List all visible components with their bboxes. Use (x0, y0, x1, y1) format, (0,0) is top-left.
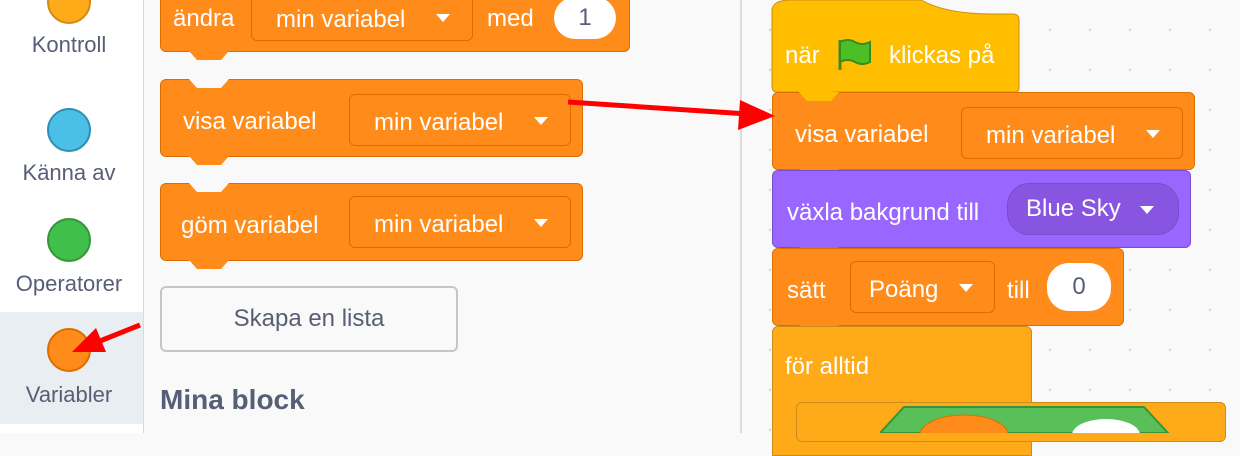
make-list-button[interactable]: Skapa en lista (160, 286, 458, 352)
dropdown-value: min variabel (986, 122, 1116, 149)
category-label: Känna av (22, 160, 116, 185)
dropdown-value: min variabel (276, 6, 406, 33)
sensing-category-icon (47, 108, 91, 152)
category-label: Operatorer (15, 271, 123, 296)
category-control[interactable]: Kontroll (0, 0, 143, 90)
block-text: när (785, 42, 820, 69)
set-variable-block[interactable]: sätt Poäng till 0 (772, 248, 1124, 334)
category-variables[interactable]: Variabler (0, 312, 143, 424)
my-blocks-heading: Mina block (160, 384, 305, 415)
chevron-down-icon (436, 14, 450, 22)
category-label: Kontroll (31, 32, 107, 57)
switch-backdrop-block[interactable]: växla bakgrund till Blue Sky (772, 170, 1191, 256)
block-text: växla bakgrund till (787, 199, 980, 226)
dropdown-value: min variabel (374, 109, 504, 136)
category-label: Variabler (25, 382, 113, 407)
variable-dropdown[interactable]: min variabel (251, 0, 473, 41)
category-sensing[interactable]: Känna av (0, 88, 143, 198)
block-text: visa variabel (795, 121, 929, 148)
block-text: ändra (173, 5, 235, 32)
dropdown-value: Blue Sky (1026, 195, 1121, 222)
block-text: med (487, 5, 534, 32)
script-show-variable-block[interactable]: visa variabel min variabel (772, 92, 1195, 178)
block-text: sätt (787, 277, 826, 304)
variable-dropdown[interactable]: Poäng (850, 261, 995, 313)
block-text: visa variabel (183, 108, 317, 135)
chevron-down-icon (1146, 130, 1160, 138)
variable-dropdown[interactable]: min variabel (961, 107, 1183, 159)
variables-category-icon (47, 328, 91, 372)
control-category-icon (47, 0, 91, 24)
number-input[interactable]: 0 (1047, 263, 1111, 311)
green-flag-icon (838, 39, 871, 70)
number-input[interactable]: 1 (554, 0, 616, 39)
variable-dropdown[interactable]: min variabel (349, 196, 571, 248)
variable-dropdown[interactable]: min variabel (349, 94, 571, 146)
change-variable-block[interactable]: ändra min variabel med 1 (160, 0, 630, 60)
operators-category-icon (47, 218, 91, 262)
dropdown-value: min variabel (374, 211, 504, 238)
block-text: till (1007, 277, 1030, 304)
category-operators[interactable]: Operatorer (0, 198, 143, 308)
chevron-down-icon (1140, 206, 1154, 214)
backdrop-dropdown[interactable]: Blue Sky (1007, 183, 1179, 235)
nested-operator-block[interactable] (880, 405, 1180, 433)
chevron-down-icon (534, 219, 548, 227)
show-variable-block[interactable]: visa variabel min variabel (160, 79, 583, 165)
category-menu: Kontroll Känna av Operatorer Variabler (0, 0, 144, 433)
block-text: göm variabel (181, 212, 319, 239)
chevron-down-icon (534, 117, 548, 125)
chevron-down-icon (959, 284, 973, 292)
dropdown-value: Poäng (869, 276, 939, 303)
hide-variable-block[interactable]: göm variabel min variabel (160, 183, 583, 269)
block-text: klickas på (889, 42, 995, 69)
block-text: för alltid (785, 353, 870, 380)
